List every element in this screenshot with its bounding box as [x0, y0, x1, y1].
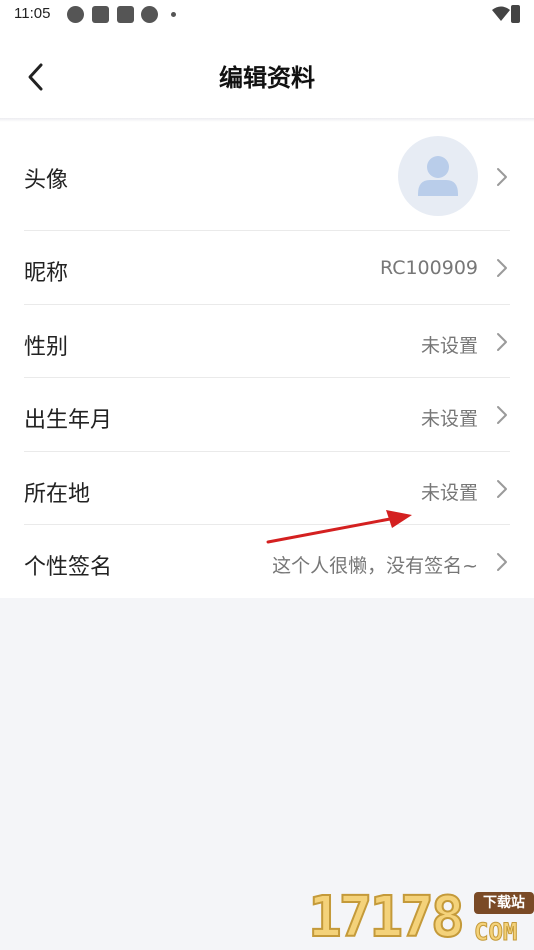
chevron-right-icon — [497, 333, 507, 351]
watermark-digits: 17178 — [307, 885, 466, 950]
chevron-right-icon — [497, 480, 507, 498]
header: 编辑资料 — [0, 30, 534, 120]
row-label: 所在地 — [24, 482, 91, 507]
app-square-icon — [117, 6, 134, 23]
row-label: 性别 — [24, 335, 69, 360]
app-square-icon — [92, 6, 109, 23]
page-title: 编辑资料 — [219, 64, 315, 92]
watermark-logo: 17178 下载站 COM — [307, 885, 534, 950]
birthday-row[interactable]: 出生年月 未设置 — [24, 378, 510, 452]
row-label: 出生年月 — [24, 408, 113, 433]
wifi-icon — [492, 6, 510, 21]
avatar-placeholder-icon — [418, 156, 458, 196]
avatar-row[interactable]: 头像 — [24, 122, 510, 231]
watermark-badge: 下载站 — [474, 892, 534, 914]
red-arrow-annotation — [266, 510, 412, 544]
birthday-value: 未设置 — [420, 408, 478, 430]
basketball-icon — [141, 6, 158, 23]
basketball-icon — [67, 6, 84, 23]
gender-row[interactable]: 性别 未设置 — [24, 305, 510, 378]
chevron-right-icon — [497, 168, 507, 186]
status-bar: 11:05 — [0, 0, 534, 30]
row-label: 头像 — [24, 168, 69, 193]
notification-dot-icon — [171, 12, 176, 17]
gender-value: 未设置 — [420, 335, 478, 357]
row-label: 昵称 — [24, 261, 69, 286]
status-time: 11:05 — [14, 5, 51, 22]
chevron-right-icon — [497, 406, 507, 424]
nickname-row[interactable]: 昵称 RC100909 — [24, 231, 510, 305]
chevron-right-icon — [497, 553, 507, 571]
nickname-value: RC100909 — [379, 257, 478, 279]
chevron-right-icon — [497, 259, 507, 277]
battery-charging-icon — [511, 5, 520, 23]
watermark-suffix: COM — [473, 918, 518, 947]
row-label: 个性签名 — [24, 555, 113, 580]
avatar[interactable] — [398, 136, 478, 216]
signature-value: 这个人很懒，没有签名~ — [272, 555, 478, 577]
location-value: 未设置 — [420, 482, 478, 504]
